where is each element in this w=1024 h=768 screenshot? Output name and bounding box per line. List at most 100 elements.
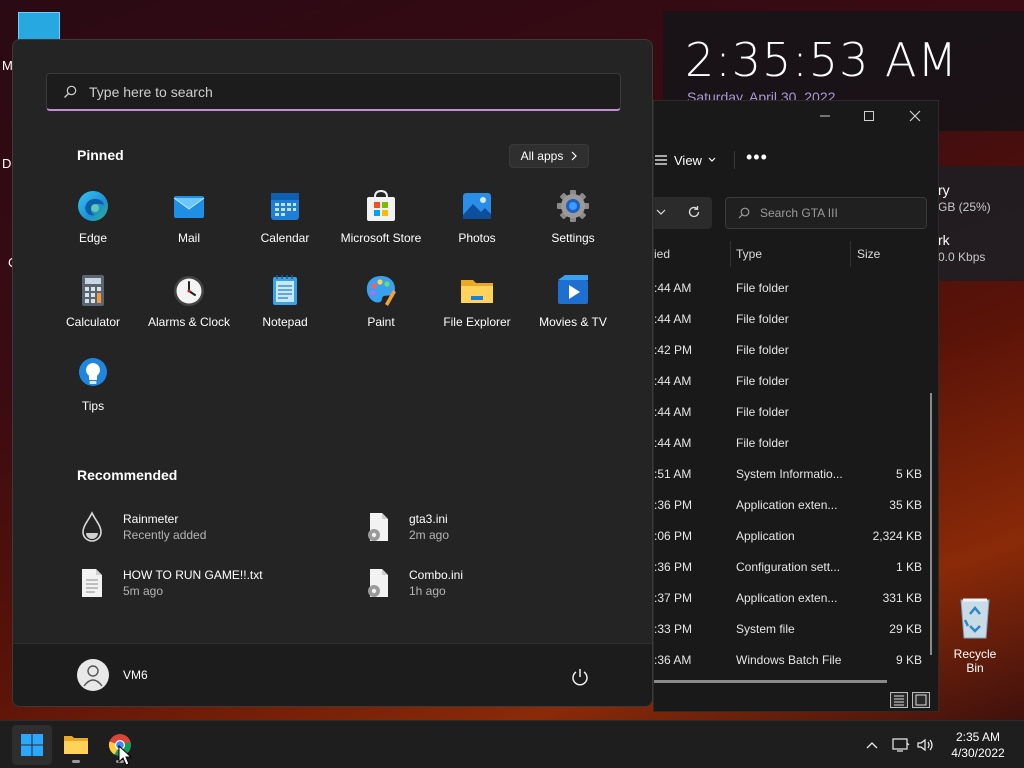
file-row[interactable]: :44 AM File folder [654,396,930,427]
file-row-size: 29 KB [889,622,922,636]
file-row[interactable]: :42 PM File folder [654,334,930,365]
file-row[interactable]: :44 AM File folder [654,365,930,396]
network-value: 0.0 Kbps [938,250,986,264]
chevron-down-icon [708,157,716,162]
network-icon[interactable] [892,737,910,753]
text-file-icon [82,569,102,597]
pinned-app-label: Calendar [260,231,310,245]
close-icon [909,110,921,122]
address-bar-partial[interactable] [654,197,712,229]
recycle-bin-icon [960,598,990,639]
minimize-button[interactable] [810,107,840,127]
close-button[interactable] [900,107,930,127]
settings-file-icon [368,513,388,541]
start-search-input[interactable]: Type here to search [46,73,621,111]
large-icons-view-button[interactable] [912,692,930,708]
power-button[interactable] [569,666,591,688]
system-tray [864,721,934,768]
file-row-type: File folder [736,281,789,295]
all-apps-button[interactable]: All apps [509,144,589,168]
column-header-date[interactable]: ied [654,247,670,261]
pinned-app-label: File Explorer [443,315,511,329]
start-button[interactable] [12,725,52,765]
vertical-scrollbar[interactable] [930,393,932,655]
recommended-item-gta3-ini[interactable]: gta3.ini 2m ago [365,507,449,547]
pinned-app-alarms-clock[interactable]: Alarms & Clock [141,268,237,330]
recommended-heading: Recommended [77,467,178,483]
file-row-size: 331 KB [882,591,922,605]
file-row[interactable]: :36 AM Windows Batch File 9 KB [654,644,930,675]
chevron-up-icon[interactable] [864,737,880,753]
file-row-date: :36 PM [654,560,693,574]
file-row-date: :44 AM [654,281,692,295]
pinned-app-movies-tv[interactable]: Movies & TV [525,268,621,330]
pinned-app-label: Tips [81,399,105,413]
file-row-date: :44 AM [654,405,692,419]
lightbulb-icon [79,358,107,386]
list-view-icon [655,155,667,165]
file-row[interactable]: :51 AM System Informatio... 5 KB [654,458,930,489]
file-row[interactable]: :36 PM Configuration sett... 1 KB [654,551,930,582]
pinned-app-tips[interactable]: Tips [45,352,141,414]
chevron-right-icon [571,151,578,161]
recommended-item-how-to-run-txt[interactable]: HOW TO RUN GAME!!.txt 5m ago [79,563,263,603]
file-row[interactable]: :36 PM Application exten... 35 KB [654,489,930,520]
column-divider[interactable] [850,241,851,267]
chevron-down-icon [656,209,666,215]
recommended-item-combo-ini[interactable]: Combo.ini 1h ago [365,563,463,603]
file-row-type: Application exten... [736,498,838,512]
photos-icon [463,193,491,219]
file-row[interactable]: :44 AM File folder [654,303,930,334]
user-account-button[interactable]: VM6 [77,659,148,691]
taskbar-clock[interactable]: 2:35 AM 4/30/2022 [940,729,1016,761]
refresh-icon[interactable] [687,205,701,219]
recycle-bin-desktop-icon[interactable]: Recycle Bin [944,596,1006,675]
recommended-item-rainmeter[interactable]: Rainmeter Recently added [79,507,206,547]
taskbar-file-explorer[interactable] [56,725,96,765]
volume-icon[interactable] [916,737,934,753]
file-row-type: Windows Batch File [736,653,842,667]
user-name: VM6 [123,668,148,682]
calculator-icon [82,275,104,306]
maximize-button[interactable] [854,107,884,127]
command-separator [734,151,735,169]
explorer-search-input[interactable]: Search GTA III [725,197,927,229]
file-row[interactable]: :06 PM Application 2,324 KB [654,520,930,551]
file-row[interactable]: :44 AM File folder [654,427,930,458]
more-options-button[interactable]: ••• [746,147,768,168]
explorer-titlebar[interactable] [654,101,938,133]
pinned-app-settings[interactable]: Settings [525,184,621,246]
column-divider[interactable] [730,241,731,267]
pinned-app-label: Settings [551,231,595,245]
pinned-app-photos[interactable]: Photos [429,184,525,246]
pinned-app-calculator[interactable]: Calculator [45,268,141,330]
pinned-app-file-explorer[interactable]: File Explorer [429,268,525,330]
large-icons-view-icon [915,694,927,706]
file-row-type: Application exten... [736,591,838,605]
recommended-item-name: gta3.ini [409,512,448,526]
horizontal-scrollbar[interactable] [654,680,887,683]
gear-icon [557,190,589,222]
file-row-size: 2,324 KB [872,529,922,543]
rainmeter-system-widget: ry GB (25%) rk 0.0 Kbps [930,166,1024,281]
palette-icon [366,276,396,306]
view-button[interactable]: View [654,145,716,175]
pinned-app-mail[interactable]: Mail [141,184,237,246]
pinned-app-microsoft-store[interactable]: Microsoft Store [333,184,429,246]
pinned-app-edge[interactable]: Edge [45,184,141,246]
desktop-icon-partial[interactable] [18,12,60,42]
column-header-size[interactable]: Size [857,247,880,261]
pinned-app-paint[interactable]: Paint [333,268,429,330]
clock-icon [174,276,204,306]
pinned-app-calendar[interactable]: Calendar [237,184,333,246]
file-row[interactable]: :37 PM Application exten... 331 KB [654,582,930,613]
file-row[interactable]: :44 AM File folder [654,272,930,303]
file-list: :44 AM File folder:44 AM File folder:42 PM… [654,272,930,675]
pinned-app-notepad[interactable]: Notepad [237,268,333,330]
file-row-date: :36 PM [654,498,693,512]
power-icon [572,669,588,686]
file-row[interactable]: :33 PM System file 29 KB [654,613,930,644]
column-header-type[interactable]: Type [736,247,762,261]
file-row-date: :44 AM [654,436,692,450]
details-view-button[interactable] [890,692,908,708]
